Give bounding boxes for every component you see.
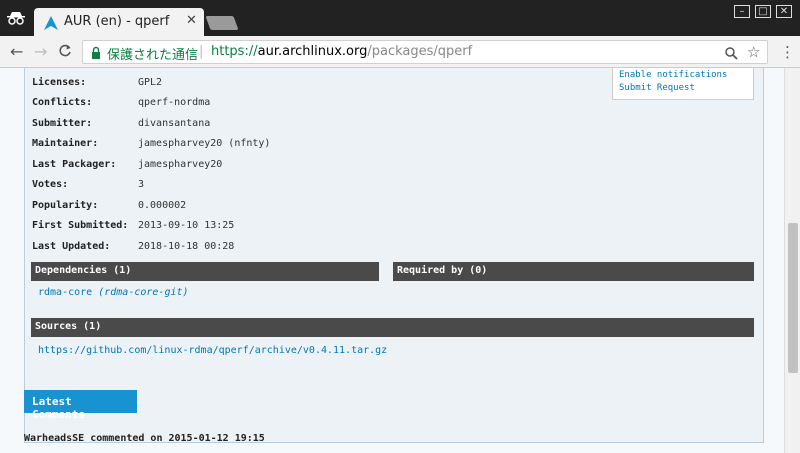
secure-connection-label[interactable]: 保護された通信 [107,44,198,63]
detail-row: Maintainer: jamespharvey20 (nfnty) [32,138,271,150]
zoom-icon[interactable] [725,44,738,64]
browser-menu-icon[interactable]: ⋮ [780,43,795,61]
detail-row: First Submitted: 2013-09-10 13:25 [32,220,235,232]
lock-icon [91,45,101,59]
package-details-table: Licenses: GPL2 Conflicts: qperf-nordma Sub… [32,72,270,257]
sources-header: Sources (1) [31,318,754,337]
dependency-alt-link[interactable]: (rdma-core-git) [98,287,188,298]
dependencies-header: Dependencies (1) [31,262,379,281]
address-bar[interactable]: 保護された通信 | https://aur.archlinux.org/pack… [82,40,768,64]
detail-row: Votes: 3 [32,179,145,191]
back-icon[interactable]: ← [10,42,23,61]
maximize-button[interactable]: □ [755,5,771,18]
forward-icon[interactable]: → [34,42,47,61]
tab-close-icon[interactable]: ✕ [186,13,197,28]
browser-toolbar: ← → 保護された通信 | https://aur.archlinux.org/… [0,36,800,68]
url-separator: | [199,44,204,59]
url-text[interactable]: https://aur.archlinux.org/packages/qperf [211,44,472,59]
package-actions-box: Enable notifications Submit Request [612,68,754,100]
detail-row: Popularity: 0.000002 [32,199,187,211]
bookmark-star-icon[interactable]: ☆ [747,43,760,61]
page-viewport: Enable notifications Submit Request Lice… [0,68,784,453]
required-by-header: Required by (0) [393,262,754,281]
incognito-icon [6,10,26,26]
detail-row: Last Updated: 2018-10-18 00:28 [32,240,235,252]
vertical-scrollbar[interactable] [784,68,800,453]
dependency-link[interactable]: rdma-core [38,287,92,298]
detail-row: Last Packager: jamespharvey20 [32,158,223,170]
detail-row: Conflicts: qperf-nordma [32,97,211,109]
latest-comments-header: Latest Comments [24,390,137,421]
submit-request-link[interactable]: Submit Request [619,82,747,95]
new-tab-button[interactable] [205,16,239,30]
reload-icon[interactable] [58,42,72,62]
browser-tab[interactable]: AUR (en) - qperf ✕ [34,8,204,36]
detail-row: Licenses: GPL2 [32,76,163,88]
detail-row: Submitter: divansantana [32,117,211,129]
enable-notifications-link[interactable]: Enable notifications [619,69,747,82]
close-window-button[interactable]: ✕ [776,5,792,18]
title-bar: AUR (en) - qperf ✕ – □ ✕ [0,0,800,36]
comment-author-line: WarheadsSE commented on 2015-01-12 19:15 [24,433,265,444]
minimize-button[interactable]: – [734,5,750,18]
arch-logo-icon [44,15,58,30]
source-link[interactable]: https://github.com/linux-rdma/qperf/arch… [38,345,387,356]
tab-title: AUR (en) - qperf [64,14,170,29]
scrollbar-thumb[interactable] [788,223,798,373]
dependency-item: rdma-core (rdma-core-git) [38,287,189,298]
